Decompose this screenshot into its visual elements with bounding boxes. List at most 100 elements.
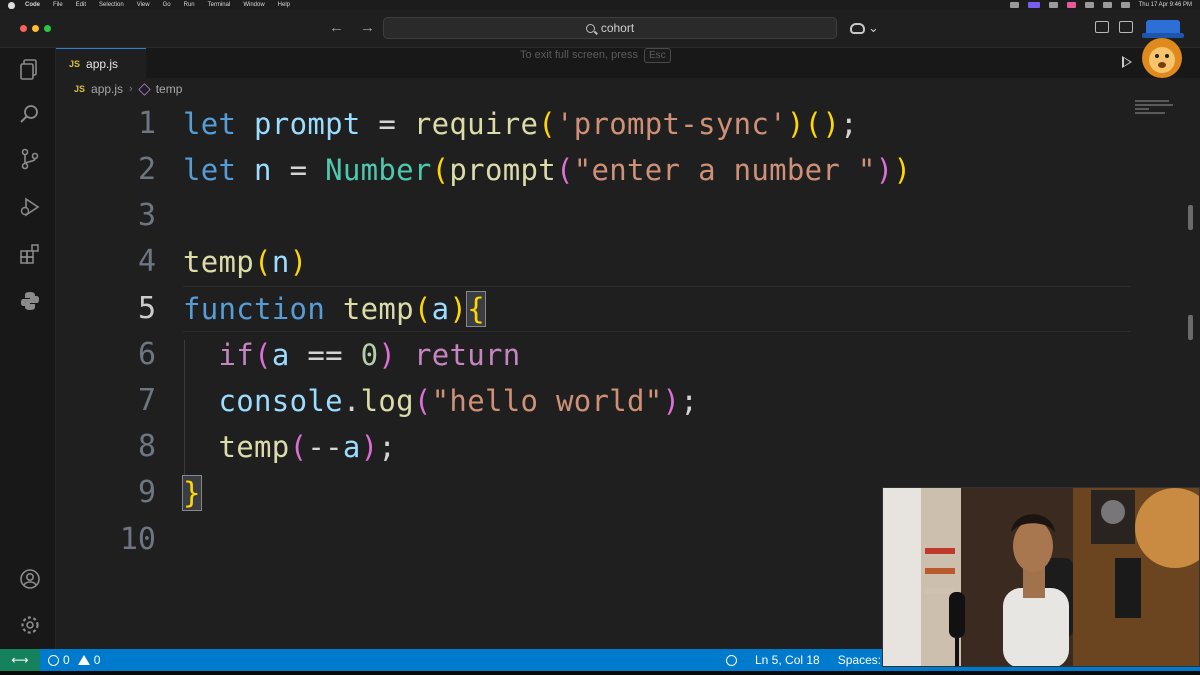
chevron-right-icon: › [129, 83, 133, 95]
code-line[interactable]: 2 let n = Number(prompt("enter a number … [56, 147, 1136, 193]
menu-view[interactable]: View [137, 0, 150, 10]
status-icon[interactable] [1066, 2, 1076, 8]
breadcrumb-symbol[interactable]: temp [156, 82, 183, 96]
search-icon[interactable] [1120, 2, 1130, 8]
menu-selection[interactable]: Selection [99, 0, 124, 10]
python-icon[interactable] [19, 290, 41, 312]
close-window-button[interactable] [20, 25, 27, 32]
code-line[interactable]: 8 temp(--a); [56, 424, 1136, 470]
extensions-icon[interactable] [19, 243, 41, 265]
code-line[interactable]: 3 [56, 193, 1136, 239]
problems-indicator[interactable]: 0 0 [48, 653, 100, 667]
gear-icon[interactable] [19, 614, 41, 636]
warning-count: 0 [93, 653, 101, 667]
code-text[interactable]: console.log("hello world"); [183, 378, 698, 424]
menu-app-name[interactable]: Code [25, 0, 40, 10]
macos-menubar: Code File Edit Selection View Go Run Ter… [0, 0, 1200, 10]
battery-icon[interactable] [1084, 2, 1094, 8]
workspace-name: cohort [600, 21, 635, 35]
warning-icon [77, 655, 90, 665]
code-text[interactable]: let n = Number(prompt("enter a number ")… [183, 147, 911, 193]
command-center-search[interactable]: cohort [383, 17, 837, 39]
menubar-status-area: Thu 17 Apr 9:46 PM [1009, 0, 1192, 10]
line-number: 8 [137, 429, 156, 464]
window-controls [20, 25, 51, 32]
line-number: 2 [137, 152, 156, 187]
explorer-icon[interactable] [19, 58, 41, 80]
code-text[interactable]: if(a == 0) return [183, 332, 521, 378]
code-text[interactable]: temp(--a); [183, 424, 396, 470]
search-icon[interactable] [19, 103, 41, 125]
scrollbar-marker [1188, 315, 1193, 340]
symbol-method-icon [137, 82, 151, 96]
code-text[interactable]: function temp(a){ [183, 286, 486, 332]
remote-indicator-icon[interactable]: ⟷ [0, 649, 40, 671]
run-file-icon[interactable] [1122, 56, 1132, 68]
menu-run[interactable]: Run [184, 0, 195, 10]
screen-bottom-edge [0, 671, 1200, 675]
javascript-file-icon: JS [74, 84, 86, 94]
copilot-menu[interactable]: ⌄ [850, 20, 879, 36]
code-line[interactable]: 6 if(a == 0) return [56, 332, 1136, 378]
menu-window[interactable]: Window [243, 0, 264, 10]
navigation-arrows: ← → [329, 19, 375, 36]
screen-recording-icon[interactable] [1027, 2, 1040, 8]
wifi-icon[interactable] [1102, 2, 1112, 8]
fullscreen-window-button[interactable] [44, 25, 51, 32]
line-number: 5 [137, 291, 156, 326]
code-line[interactable]: 1 let prompt = require('prompt-sync')(); [56, 101, 1136, 147]
toggle-panel-icon[interactable] [1119, 21, 1133, 33]
minimap[interactable] [1135, 100, 1175, 120]
run-and-debug-icon[interactable] [19, 196, 41, 218]
breadcrumb: JS app.js › temp [56, 78, 1200, 100]
line-number: 9 [137, 475, 156, 510]
search-icon [585, 23, 595, 33]
line-number: 3 [137, 198, 156, 233]
account-icon[interactable] [19, 568, 41, 590]
code-line[interactable]: 5 function temp(a){ [56, 286, 1136, 332]
toggle-primary-sidebar-icon[interactable] [1095, 21, 1109, 33]
activity-bar [0, 48, 56, 649]
menu-edit[interactable]: Edit [76, 0, 86, 10]
line-number: 6 [137, 337, 156, 372]
status-icon[interactable] [1009, 2, 1019, 8]
cursor-position[interactable]: Ln 5, Col 18 [755, 653, 820, 667]
error-count: 0 [63, 653, 70, 667]
arrow-right-icon[interactable]: → [360, 19, 375, 36]
code-line[interactable]: 7 console.log("hello world"); [56, 378, 1136, 424]
copilot-icon [850, 22, 865, 34]
line-number: 7 [137, 383, 156, 418]
status-icon[interactable] [1048, 2, 1058, 8]
tab-app-js[interactable]: JS app.js [56, 48, 146, 78]
menu-go[interactable]: Go [163, 0, 171, 10]
fullscreen-exit-hint: To exit full screen, press Esc [520, 45, 671, 65]
code-line[interactable]: 4 temp(n) [56, 239, 1136, 285]
vertical-scrollbar[interactable] [1188, 205, 1193, 230]
menu-terminal[interactable]: Terminal [208, 0, 231, 10]
esc-key-label: Esc [644, 47, 671, 63]
minimize-window-button[interactable] [32, 25, 39, 32]
status-right-items: Ln 5, Col 18 Spaces: [726, 649, 881, 671]
line-number: 1 [137, 106, 156, 141]
zoom-icon[interactable] [726, 654, 737, 666]
line-number: 10 [119, 522, 156, 557]
chevron-down-icon: ⌄ [868, 20, 879, 35]
arrow-left-icon[interactable]: ← [329, 19, 344, 36]
window-titlebar: ← → cohort ⌄ [0, 10, 1200, 48]
line-number: 4 [137, 244, 156, 279]
layout-controls [1095, 21, 1133, 33]
fullscreen-hint-text: To exit full screen, press [520, 49, 638, 61]
indentation-setting[interactable]: Spaces: [838, 653, 881, 667]
source-control-icon[interactable] [19, 148, 41, 170]
lion-mascot-avatar [1136, 18, 1188, 80]
error-icon [48, 654, 59, 666]
apple-icon[interactable] [8, 1, 15, 9]
tab-label: app.js [86, 56, 119, 71]
menu-file[interactable]: File [53, 0, 63, 10]
menu-help[interactable]: Help [278, 0, 290, 10]
breadcrumb-file[interactable]: app.js [91, 82, 123, 96]
code-text[interactable]: temp(n) [183, 239, 307, 285]
code-text[interactable]: let prompt = require('prompt-sync')(); [183, 101, 858, 147]
code-text[interactable]: } [182, 470, 202, 516]
menubar-datetime[interactable]: Thu 17 Apr 9:46 PM [1139, 0, 1192, 10]
